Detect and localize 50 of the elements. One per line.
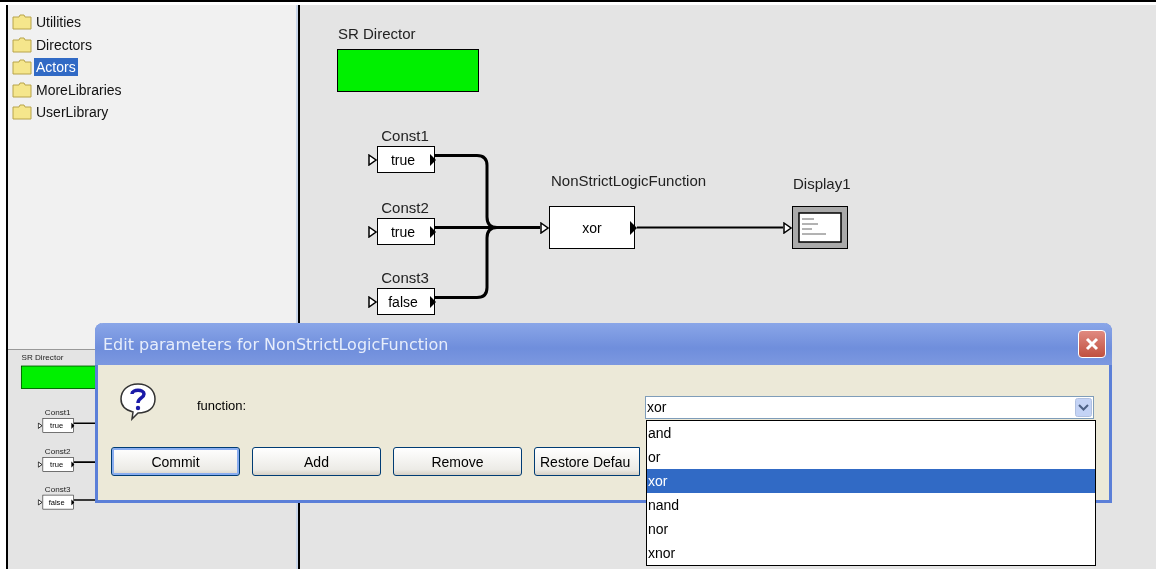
- chevron-down-icon: [1075, 397, 1092, 417]
- director-label: SR Director: [21, 352, 64, 362]
- output-port-icon: [430, 153, 436, 166]
- actor-label: Const3: [381, 268, 429, 288]
- dialog-button[interactable]: Remove: [393, 447, 522, 476]
- folder-icon: [12, 59, 32, 76]
- actor-label: Const2: [44, 446, 71, 457]
- folder-icon: [12, 81, 32, 98]
- dialog-title: Edit parameters for NonStrictLogicFunction: [103, 334, 449, 354]
- folder-icon: [12, 14, 32, 31]
- logic-function-block[interactable]: xor: [549, 206, 635, 249]
- dialog-button[interactable]: Commit: [111, 447, 240, 476]
- output-port-icon: [71, 498, 75, 506]
- tree-item[interactable]: MoreLibraries: [34, 80, 124, 99]
- dropdown-option[interactable]: or: [647, 445, 1095, 469]
- parameter-label: function:: [197, 397, 247, 413]
- const-block[interactable]: false: [377, 288, 435, 315]
- actor-label: Const3: [44, 484, 71, 495]
- close-icon: [1084, 336, 1100, 352]
- output-port-icon: [430, 225, 436, 238]
- const-block[interactable]: true: [377, 218, 435, 245]
- output-port-icon: [71, 422, 75, 429]
- function-dropdown[interactable]: xor: [645, 395, 1094, 419]
- tree-item[interactable]: Utilities: [34, 13, 84, 32]
- output-port-icon: [430, 295, 436, 308]
- dropdown-option[interactable]: nand: [647, 493, 1095, 517]
- folder-icon: [12, 36, 32, 53]
- dropdown-option[interactable]: and: [647, 421, 1095, 445]
- tree-item[interactable]: Directors: [34, 35, 94, 54]
- output-port-icon: [71, 461, 75, 468]
- tree-item[interactable]: UserLibrary: [34, 103, 111, 122]
- actor-label: NonStrictLogicFunction: [551, 172, 707, 189]
- dialog-button[interactable]: Add: [252, 447, 381, 476]
- dropdown-option[interactable]: xor: [647, 469, 1095, 493]
- output-port-icon: [630, 220, 637, 235]
- dropdown-option[interactable]: xnor: [647, 541, 1095, 565]
- actor-label: Const1: [381, 126, 429, 146]
- tree-item[interactable]: Actors: [34, 58, 78, 77]
- director-block[interactable]: [337, 49, 479, 92]
- close-button[interactable]: [1078, 330, 1106, 358]
- actor-label: Const1: [44, 407, 71, 419]
- folder-icon: [12, 104, 32, 121]
- const-block[interactable]: true: [377, 146, 435, 173]
- question-icon: [118, 381, 158, 421]
- director-label: SR Director: [338, 25, 416, 42]
- dialog-button[interactable]: Restore Defau: [534, 447, 640, 476]
- actor-label: Const2: [381, 198, 429, 218]
- actor-label: Display1: [793, 175, 851, 192]
- display-block-icon[interactable]: [792, 206, 848, 249]
- dropdown-option[interactable]: nor: [647, 517, 1095, 541]
